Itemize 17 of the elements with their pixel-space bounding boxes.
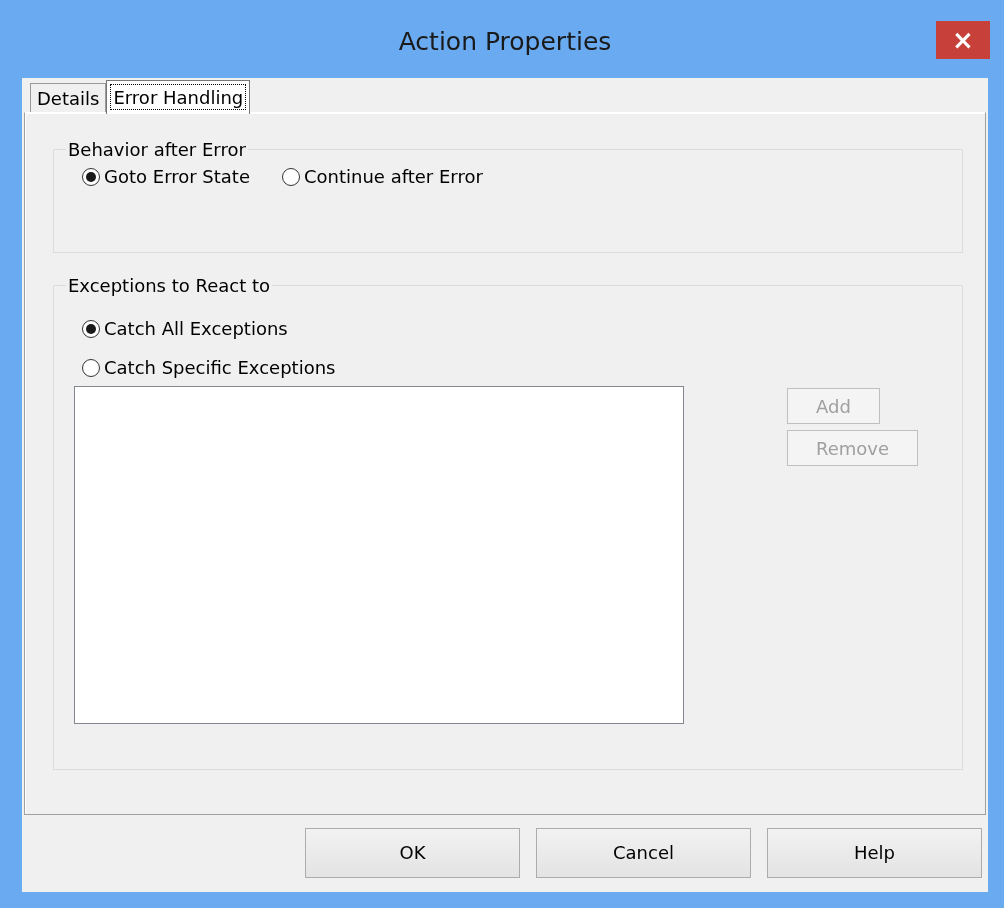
group-label: Exceptions to React to: [67, 275, 272, 296]
dialog-button[interactable]: OK: [305, 827, 520, 878]
radio-button[interactable]: [282, 167, 300, 186]
radio-label[interactable]: Catch All Exceptions: [104, 318, 288, 339]
dialog-button[interactable]: Cancel: [536, 827, 751, 878]
tab[interactable]: Details: [30, 83, 107, 112]
radio-button[interactable]: [82, 167, 100, 186]
radio-button[interactable]: [82, 358, 100, 377]
radio-label[interactable]: Continue after Error: [304, 166, 483, 187]
window-title: Action Properties: [398, 26, 612, 56]
tab[interactable]: Error Handling: [106, 80, 251, 114]
close-button[interactable]: ×: [936, 21, 990, 59]
radio-label[interactable]: Goto Error State: [104, 166, 250, 187]
radio-label[interactable]: Catch Specific Exceptions: [104, 357, 336, 378]
radio-button[interactable]: [82, 319, 100, 338]
group-label: Behavior after Error: [67, 139, 247, 160]
dialog-button[interactable]: Help: [767, 827, 982, 878]
